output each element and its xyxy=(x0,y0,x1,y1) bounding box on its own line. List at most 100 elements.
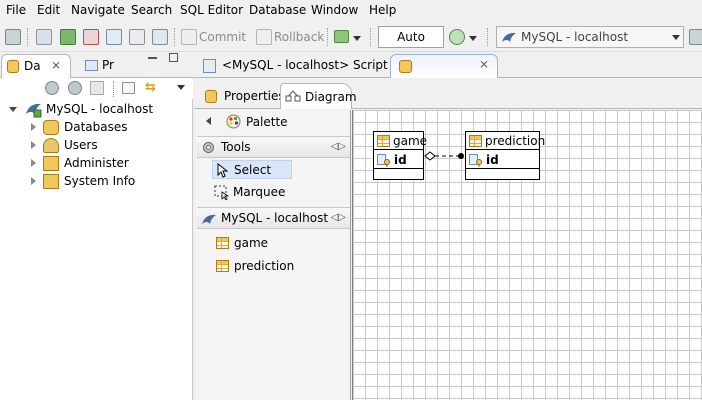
tab-diagram-label: Diagram xyxy=(305,90,357,104)
open-sql-icon[interactable] xyxy=(129,29,145,45)
collapse-drawer-icon[interactable]: ◁▷ xyxy=(331,212,346,223)
tab-database-navigator[interactable]: Da ⨯ xyxy=(1,54,71,78)
expand-icon[interactable] xyxy=(31,159,36,167)
tree-item-databases-label: Databases xyxy=(64,120,128,134)
collapse-all-icon[interactable] xyxy=(122,82,135,94)
tab-diagram[interactable]: Diagram xyxy=(280,83,357,109)
link-editor-icon[interactable]: ⇆ xyxy=(145,80,156,95)
collapse-drawer-icon[interactable]: ◁▷ xyxy=(331,141,346,152)
expand-icon[interactable] xyxy=(31,123,36,131)
editor-sub-tabs: Properties Diagram xyxy=(194,79,702,109)
expand-icon[interactable] xyxy=(31,141,36,149)
connect-small-icon[interactable] xyxy=(68,81,82,95)
diagram-canvas[interactable]: game id prediction id xyxy=(352,110,702,400)
database-icon xyxy=(399,60,412,73)
diagram-icon xyxy=(285,90,301,102)
mysql-connection-icon xyxy=(26,103,42,118)
entity-prediction-title: prediction xyxy=(485,134,546,148)
primary-key-icon xyxy=(377,154,390,167)
expand-icon[interactable] xyxy=(31,177,36,185)
tab-projects[interactable]: Pr xyxy=(80,54,130,78)
database-icon xyxy=(7,60,19,73)
transaction-mode-field[interactable]: Auto xyxy=(378,26,444,48)
tree-item-users-label: Users xyxy=(64,138,98,152)
connect-icon[interactable] xyxy=(36,29,52,45)
navigator-toolbar: ⇆ xyxy=(0,79,193,99)
commit-button[interactable]: Commit xyxy=(199,30,246,44)
rollback-button[interactable]: Rollback xyxy=(274,30,324,44)
tree-item-administer[interactable]: Administer xyxy=(0,155,193,173)
relationship-connector[interactable] xyxy=(424,150,466,162)
tool-select-label: Select xyxy=(234,163,272,177)
entity-prediction-header: prediction xyxy=(466,132,545,150)
disconnect-icon[interactable] xyxy=(83,29,99,45)
projects-icon xyxy=(85,60,98,71)
collapse-icon[interactable] xyxy=(9,107,17,112)
close-icon[interactable]: ⨯ xyxy=(479,57,489,71)
tool-marquee-label: Marquee xyxy=(233,185,286,199)
menu-window[interactable]: Window xyxy=(311,3,358,17)
tab-sql-script-label: <MySQL - localhost> Script xyxy=(222,58,388,72)
palette-header[interactable]: Palette xyxy=(197,111,350,133)
view-menu-icon[interactable] xyxy=(177,85,185,90)
tab-properties-label: Properties xyxy=(224,89,285,103)
connection-drawer[interactable]: MySQL - localhost ◁▷ xyxy=(197,207,350,229)
tab-diagram-editor[interactable]: ⨯ xyxy=(390,54,498,78)
entity-game-column[interactable]: id xyxy=(374,151,423,169)
menu-bar: File Edit Navigate Search SQL Editor Dat… xyxy=(0,0,702,21)
menu-help[interactable]: Help xyxy=(369,3,396,17)
tab-projects-label: Pr xyxy=(102,58,114,72)
close-icon[interactable]: ⨯ xyxy=(51,58,61,72)
disconnect-small-icon[interactable] xyxy=(90,81,104,95)
palette-table-game[interactable]: game xyxy=(216,234,336,253)
menu-edit[interactable]: Edit xyxy=(37,3,60,17)
minimize-icon[interactable] xyxy=(148,57,157,59)
editor-tabs: <MySQL - localhost> Script ⨯ xyxy=(194,52,702,78)
tree-item-system-info[interactable]: System Info xyxy=(0,173,193,191)
entity-prediction[interactable]: prediction id xyxy=(465,131,545,180)
connection-dropdown-icon[interactable] xyxy=(672,35,680,40)
chevron-left-icon[interactable] xyxy=(206,117,211,125)
menu-search[interactable]: Search xyxy=(131,3,172,17)
navigator-panel: Da ⨯ Pr ⇆ MySQL - localhost Databases Us… xyxy=(0,52,193,400)
menu-navigate[interactable]: Navigate xyxy=(71,3,125,17)
entity-prediction-column[interactable]: id xyxy=(466,151,539,169)
mysql-dolphin-icon xyxy=(502,32,516,42)
tree-item-connection[interactable]: MySQL - localhost xyxy=(0,101,193,119)
palette-title: Palette xyxy=(246,115,288,129)
tab-sql-script[interactable]: <MySQL - localhost> Script xyxy=(196,54,388,78)
tab-database-navigator-label: Da xyxy=(24,59,41,73)
history-dropdown-icon[interactable] xyxy=(469,36,477,41)
tree-item-system-info-label: System Info xyxy=(64,174,136,188)
tree-item-databases[interactable]: Databases xyxy=(0,119,193,137)
tools-drawer[interactable]: Tools ◁▷ xyxy=(197,136,350,158)
folder-icon xyxy=(43,156,59,171)
marquee-icon xyxy=(214,185,229,200)
main-toolbar: Commit Rollback Auto MySQL - localhost xyxy=(0,22,702,52)
active-connection-combo[interactable]: MySQL - localhost xyxy=(496,26,684,48)
tool-marquee[interactable]: Marquee xyxy=(212,183,302,202)
sql-editor-icon[interactable] xyxy=(106,29,122,45)
new-connection-small-icon[interactable] xyxy=(45,81,59,95)
entity-game-title: game xyxy=(393,134,428,148)
menu-database[interactable]: Database xyxy=(249,3,306,17)
schema-icon[interactable] xyxy=(689,29,702,45)
arrow-cursor-icon xyxy=(217,163,229,178)
gear-icon xyxy=(203,142,214,153)
menu-sql-editor[interactable]: SQL Editor xyxy=(180,3,243,17)
folder-icon xyxy=(43,174,59,189)
history-icon[interactable] xyxy=(449,29,465,45)
refresh-icon[interactable] xyxy=(60,29,76,45)
new-connection-icon[interactable] xyxy=(5,29,21,45)
table-icon xyxy=(216,237,229,249)
maximize-icon[interactable] xyxy=(169,53,178,62)
tab-properties[interactable]: Properties xyxy=(200,83,285,109)
palette-table-prediction[interactable]: prediction xyxy=(216,257,336,276)
entity-game[interactable]: game id xyxy=(373,131,428,180)
menu-file[interactable]: File xyxy=(6,3,26,17)
tool-select[interactable]: Select xyxy=(212,160,292,179)
tree-item-users[interactable]: Users xyxy=(0,137,193,155)
execute-icon[interactable] xyxy=(334,30,349,43)
recent-sql-icon[interactable] xyxy=(152,29,168,45)
execute-dropdown-icon[interactable] xyxy=(353,36,361,41)
